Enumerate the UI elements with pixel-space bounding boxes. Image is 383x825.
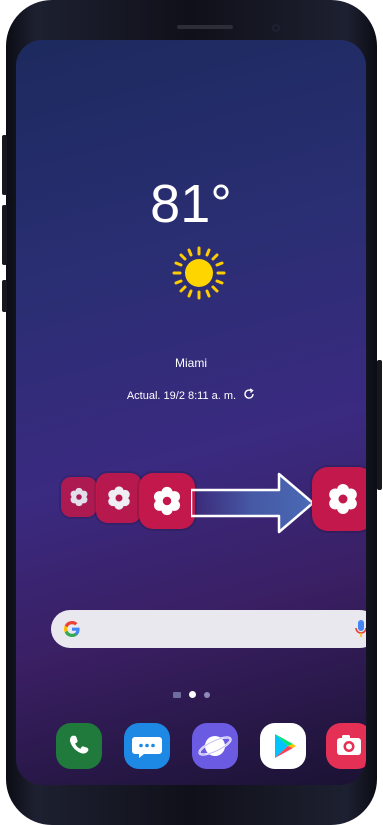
phone-app[interactable]	[56, 723, 102, 769]
internet-app[interactable]	[192, 723, 238, 769]
flower-icon	[312, 467, 366, 531]
google-icon	[64, 621, 80, 637]
weather-updated-text: Actual. 19/2 8:11 a. m.	[126, 390, 237, 402]
weather-updated[interactable]: Actual. 19/2 8:11 a. m.	[16, 387, 366, 402]
messages-icon	[132, 737, 162, 758]
home-page-indicator	[172, 691, 181, 698]
internet-icon	[198, 736, 232, 756]
camera-app[interactable]	[326, 723, 366, 769]
volume-up-button	[2, 135, 7, 195]
sun-icon[interactable]	[171, 245, 227, 301]
flower-icon	[96, 473, 142, 523]
right-arrow-icon	[191, 472, 315, 534]
page-dot-active	[188, 691, 196, 698]
messages-app[interactable]	[124, 723, 170, 769]
earpiece-speaker	[177, 25, 233, 29]
page-indicator	[16, 691, 366, 698]
front-camera	[272, 24, 280, 32]
weather-city[interactable]: Miami	[16, 356, 366, 370]
weather-temperature[interactable]: 81°	[16, 177, 366, 231]
flower-tile-target[interactable]	[312, 467, 366, 531]
refresh-icon[interactable]	[243, 388, 255, 400]
flower-icon	[139, 473, 195, 529]
phone-icon	[69, 735, 89, 754]
volume-down-button	[2, 205, 7, 265]
flower-icon	[61, 477, 97, 517]
google-search-bar[interactable]	[51, 610, 366, 648]
page-dot	[203, 691, 210, 698]
flower-tile-medium	[96, 473, 142, 523]
microphone-icon[interactable]	[354, 619, 366, 639]
camera-icon	[337, 735, 361, 755]
flower-tile-large	[139, 473, 195, 529]
power-button	[377, 360, 382, 490]
bixby-button	[2, 280, 7, 312]
play-store-app[interactable]	[260, 723, 306, 769]
flower-tile-small	[61, 477, 97, 517]
play-store-icon	[275, 734, 296, 758]
home-screen: 81° Miami Actual. 19/2 8:11 a. m.	[16, 40, 366, 785]
